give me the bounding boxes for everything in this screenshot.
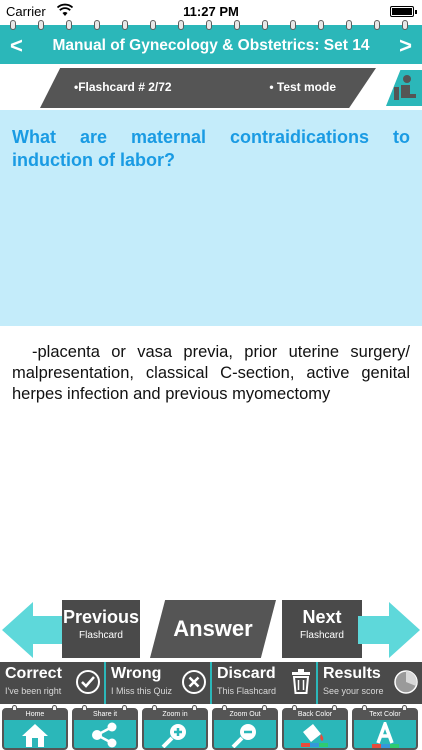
mode-label: • Test mode: [269, 80, 336, 94]
header-prev-button[interactable]: <: [10, 33, 23, 59]
card-navigation: Previous Flashcard Answer Next Flashcard: [0, 598, 422, 662]
results-button[interactable]: Results See your score: [318, 662, 422, 704]
share-label: Share it: [74, 710, 136, 720]
previous-label: Previous: [62, 607, 140, 627]
results-label: Results: [323, 665, 381, 682]
pie-chart-icon: [394, 670, 418, 694]
discard-label: Discard: [217, 665, 276, 682]
home-label: Home: [4, 710, 66, 720]
header-next-button[interactable]: >: [399, 33, 412, 59]
share-icon: [92, 722, 117, 748]
home-icon: [22, 724, 48, 747]
next-sub-label: Flashcard: [300, 630, 344, 641]
status-bar: Carrier 11:27 PM: [0, 0, 422, 22]
answer-text: -placenta or vasa previa, prior uterine …: [12, 343, 410, 403]
answer-panel: -placenta or vasa previa, prior uterine …: [0, 326, 422, 598]
arrow-right-icon[interactable]: [358, 602, 420, 658]
question-text: What are maternal contraidications to in…: [12, 127, 410, 170]
next-label: Next: [302, 607, 342, 627]
zoom-in-icon: [161, 724, 186, 748]
zoom-out-label: Zoom Out: [214, 710, 276, 720]
x-circle-icon: [182, 670, 206, 694]
question-panel: What are maternal contraidications to in…: [0, 110, 422, 326]
info-band: •Flashcard # 2/72 • Test mode: [0, 64, 422, 110]
correct-label: Correct: [5, 665, 62, 682]
spiral-rings: [0, 20, 422, 30]
text-color-label: Text Color: [354, 710, 416, 720]
results-sub-label: See your score: [323, 686, 384, 696]
wrong-label: Wrong: [111, 665, 162, 682]
home-button[interactable]: Home: [2, 705, 68, 750]
arrow-left-icon[interactable]: [2, 602, 64, 658]
mode-toggle-button[interactable]: [386, 70, 422, 106]
back-color-button[interactable]: Back Color: [282, 705, 348, 750]
zoom-out-button[interactable]: Zoom Out: [212, 705, 278, 750]
zoom-in-button[interactable]: Zoom in: [142, 705, 208, 750]
text-color-icon: [372, 722, 399, 748]
check-circle-icon: [76, 670, 100, 694]
correct-button[interactable]: Correct I've been right: [0, 662, 104, 704]
wrong-button[interactable]: Wrong I Miss this Quiz: [106, 662, 210, 704]
back-color-label: Back Color: [284, 710, 346, 720]
correct-sub-label: I've been right: [5, 686, 62, 696]
answer-button[interactable]: Answer: [150, 600, 276, 658]
text-color-button[interactable]: Text Color: [352, 705, 418, 750]
status-time: 11:27 PM: [183, 4, 239, 19]
previous-sub-label: Flashcard: [79, 630, 123, 641]
flashcard-counter: •Flashcard # 2/72: [74, 80, 172, 94]
next-flashcard-button[interactable]: Next Flashcard: [282, 600, 362, 658]
zoom-out-icon: [231, 724, 256, 748]
discard-button[interactable]: Discard This Flashcard: [212, 662, 316, 704]
bottom-toolbar: Home Share it Zoom in Zoom Out Back Colo…: [0, 705, 422, 750]
previous-flashcard-button[interactable]: Previous Flashcard: [62, 600, 140, 658]
header-bar: < Manual of Gynecology & Obstetrics: Set…: [0, 20, 422, 64]
page-title: Manual of Gynecology & Obstetrics: Set 1…: [52, 37, 370, 54]
wrong-sub-label: I Miss this Quiz: [111, 686, 173, 696]
trash-icon: [292, 669, 310, 694]
discard-sub-label: This Flashcard: [217, 686, 277, 696]
zoom-in-label: Zoom in: [144, 710, 206, 720]
battery-icon: [390, 6, 417, 17]
share-button[interactable]: Share it: [72, 705, 138, 750]
paint-bucket-icon: [301, 724, 328, 747]
person-desk-icon: [394, 75, 416, 100]
flashcard-info-bar: •Flashcard # 2/72 • Test mode: [40, 68, 376, 108]
grading-row: Correct I've been right Wrong I Miss thi…: [0, 662, 422, 706]
